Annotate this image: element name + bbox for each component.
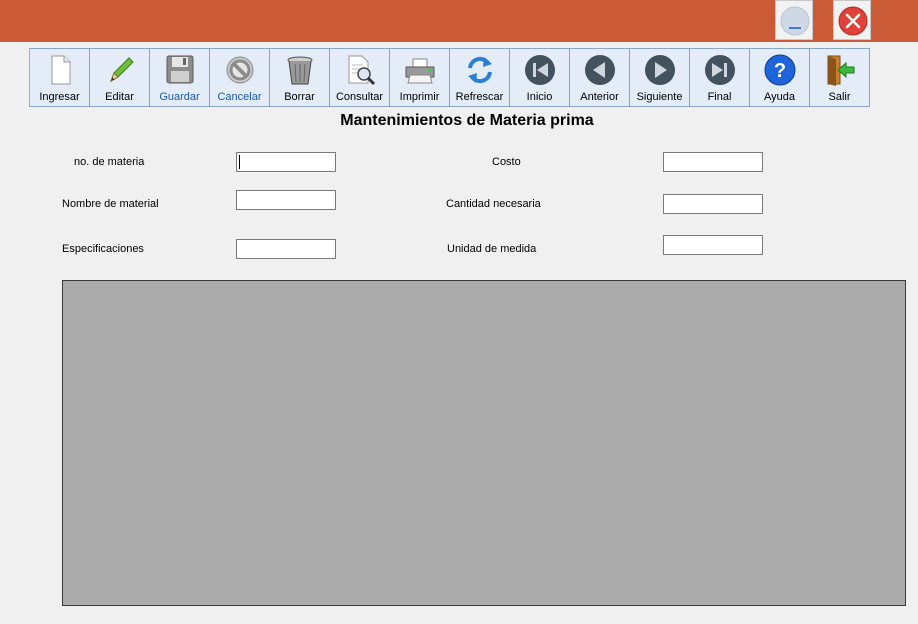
no-materia-label: no. de materia <box>74 156 145 168</box>
first-record-icon <box>525 55 555 85</box>
imprimir-label: Imprimir <box>399 91 440 103</box>
data-grid[interactable] <box>62 280 906 606</box>
ayuda-button[interactable]: ? Ayuda <box>750 48 810 107</box>
close-button[interactable] <box>833 0 871 40</box>
text-cursor <box>239 155 240 169</box>
ingresar-button[interactable]: Ingresar <box>30 48 90 107</box>
next-record-icon <box>645 55 675 85</box>
form-title: Mantenimientos de Materia prima <box>340 112 594 129</box>
final-button[interactable]: Final <box>690 48 750 107</box>
cancelar-label: Cancelar <box>217 91 262 103</box>
inicio-label: Inicio <box>526 91 553 103</box>
costo-label: Costo <box>492 156 521 168</box>
refrescar-button[interactable]: Refrescar <box>450 48 510 107</box>
borrar-button[interactable]: Borrar <box>270 48 330 107</box>
toolbar: Ingresar Editar Guardar Cancelar Borrar … <box>29 48 870 107</box>
unidad-medida-input[interactable] <box>663 235 763 255</box>
consultar-button[interactable]: Consultar <box>330 48 390 107</box>
new-document-icon <box>51 55 71 85</box>
refrescar-label: Refrescar <box>455 91 504 103</box>
anterior-button[interactable]: Anterior <box>570 48 630 107</box>
imprimir-button[interactable]: Imprimir <box>390 48 450 107</box>
cantidad-necesaria-input[interactable] <box>663 194 763 214</box>
close-icon <box>838 6 868 36</box>
no-materia-input[interactable] <box>236 152 336 172</box>
anterior-label: Anterior <box>580 91 619 103</box>
svg-text:?: ? <box>774 60 786 82</box>
minimize-icon <box>780 6 810 36</box>
pencil-icon <box>110 57 134 83</box>
siguiente-label: Siguiente <box>636 91 683 103</box>
search-document-icon <box>348 55 376 86</box>
exit-door-icon <box>827 55 855 86</box>
ayuda-label: Ayuda <box>764 91 795 103</box>
previous-record-icon <box>585 55 615 85</box>
refresh-icon <box>468 56 492 84</box>
ingresar-label: Ingresar <box>39 91 80 103</box>
printer-icon <box>405 58 435 84</box>
trash-icon <box>287 56 313 85</box>
cancel-icon <box>226 56 254 84</box>
cancelar-button[interactable]: Cancelar <box>210 48 270 107</box>
consultar-label: Consultar <box>335 91 384 103</box>
final-label: Final <box>707 91 732 103</box>
unidad-medida-label: Unidad de medida <box>447 243 537 255</box>
salir-button[interactable]: Salir <box>810 48 870 107</box>
nombre-material-input[interactable] <box>236 190 336 210</box>
costo-input[interactable] <box>663 152 763 172</box>
help-icon: ? <box>764 54 796 86</box>
guardar-button[interactable]: Guardar <box>150 48 210 107</box>
nombre-material-label: Nombre de material <box>62 198 159 210</box>
editar-label: Editar <box>105 91 134 103</box>
salir-label: Salir <box>828 91 851 103</box>
cantidad-necesaria-label: Cantidad necesaria <box>446 198 541 210</box>
editar-button[interactable]: Editar <box>90 48 150 107</box>
borrar-label: Borrar <box>284 91 315 103</box>
inicio-button[interactable]: Inicio <box>510 48 570 107</box>
last-record-icon <box>705 55 735 85</box>
guardar-label: Guardar <box>159 91 200 103</box>
siguiente-button[interactable]: Siguiente <box>630 48 690 107</box>
minimize-button[interactable] <box>775 0 813 40</box>
especificaciones-input[interactable] <box>236 239 336 259</box>
floppy-disk-icon <box>166 55 194 84</box>
especificaciones-label: Especificaciones <box>62 243 144 255</box>
